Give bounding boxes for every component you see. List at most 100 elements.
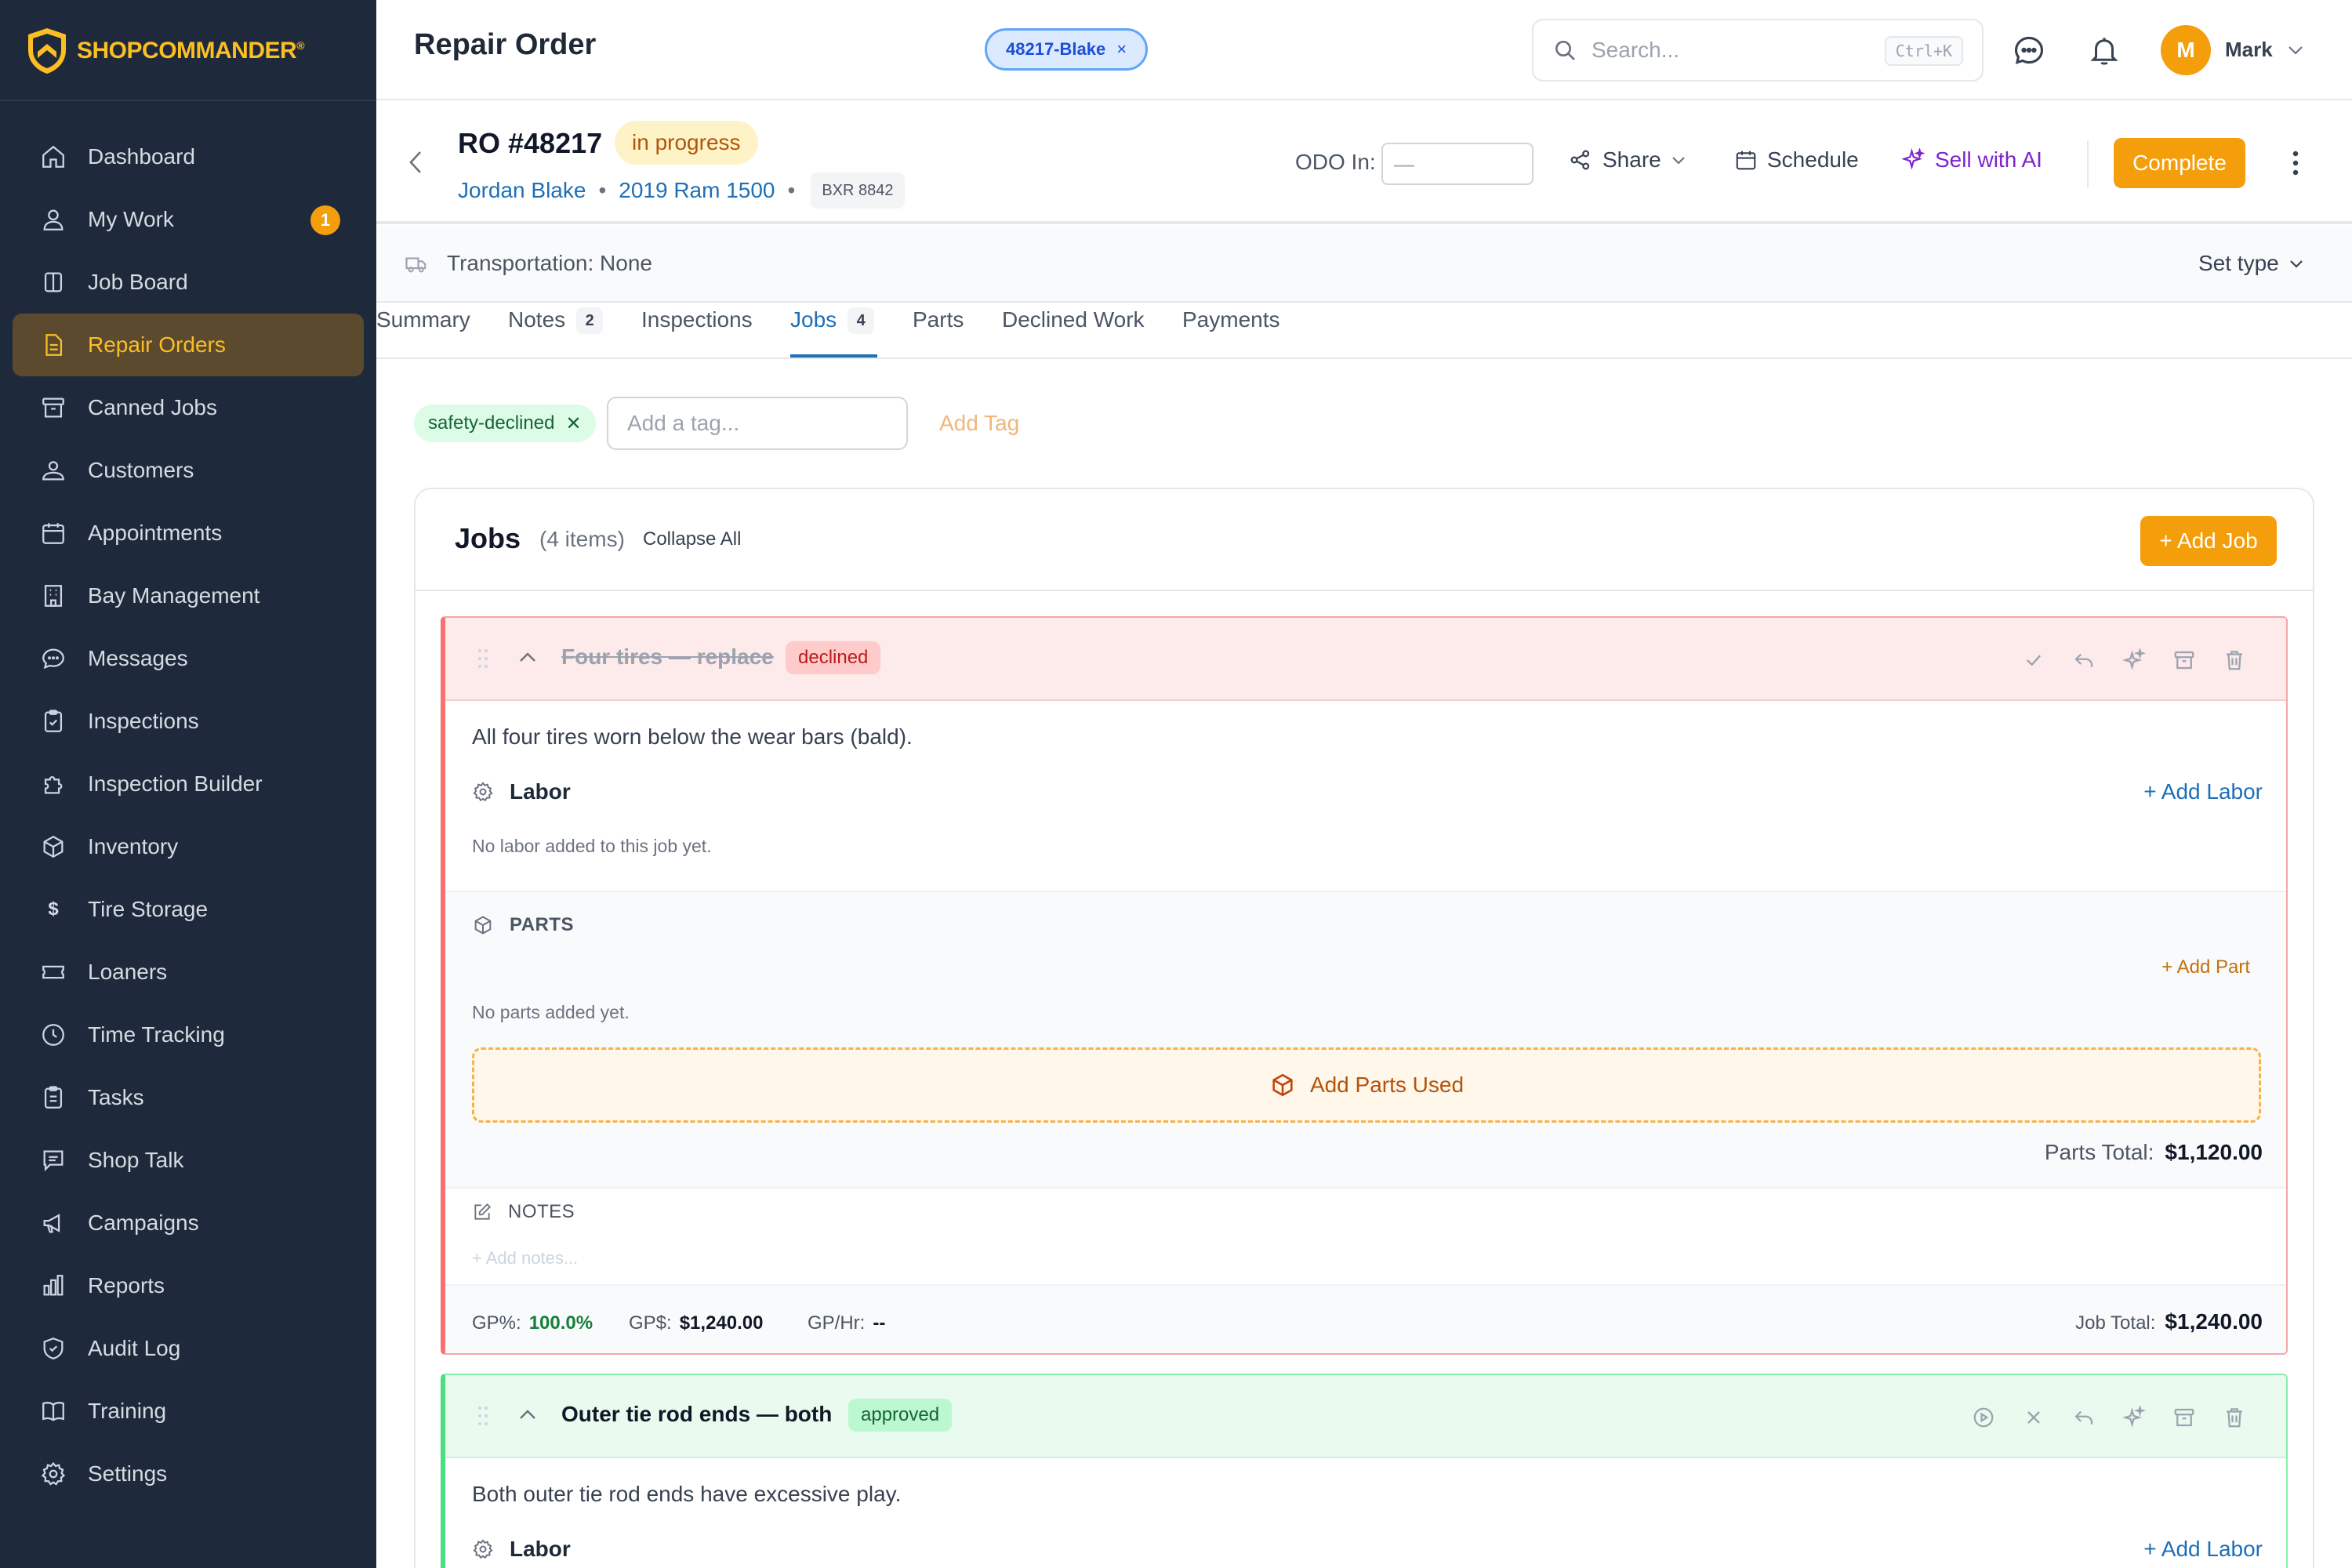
add-tag-button[interactable]: Add Tag [939, 411, 1019, 436]
puzzle-icon [38, 768, 69, 800]
tab-jobs[interactable]: Jobs 4 [790, 307, 878, 358]
sidebar-item-shop-talk[interactable]: Shop Talk [13, 1129, 364, 1192]
add-parts-used-button[interactable]: Add Parts Used [472, 1047, 2261, 1123]
tab-declined-work[interactable]: Declined Work [1002, 307, 1145, 358]
chevron-up-icon[interactable] [517, 649, 538, 665]
trash-icon[interactable] [2220, 1403, 2249, 1432]
sidebar-item-tasks[interactable]: Tasks [13, 1066, 364, 1129]
complete-button[interactable]: Complete [2114, 138, 2245, 188]
undo-icon[interactable] [2070, 1403, 2098, 1432]
sidebar-item-settings[interactable]: Settings [13, 1443, 364, 1505]
parts-total: Parts Total: $1,120.00 [2045, 1140, 2263, 1165]
add-job-button[interactable]: + Add Job [2140, 516, 2277, 566]
chevron-down-icon[interactable] [2286, 42, 2305, 58]
job-card-approved: Outer tie rod ends — both approved Both … [441, 1374, 2288, 1568]
sidebar-item-canned-jobs[interactable]: Canned Jobs [13, 376, 364, 439]
notifications-button[interactable] [2085, 31, 2123, 69]
sidebar-item-dashboard[interactable]: Dashboard [13, 125, 364, 188]
sidebar-item-audit-log[interactable]: Audit Log [13, 1317, 364, 1380]
vehicle-link[interactable]: 2019 Ram 1500 [619, 178, 775, 203]
tab-notes[interactable]: Notes 2 [508, 307, 604, 358]
sidebar-item-messages[interactable]: Messages [13, 627, 364, 690]
add-labor-button[interactable]: + Add Labor [2143, 779, 2263, 804]
archive-icon [38, 392, 69, 423]
trash-icon[interactable] [2220, 646, 2249, 674]
dollar-icon: $ [48, 898, 59, 920]
tag-chip[interactable]: safety-declined ✕ [414, 405, 596, 442]
job-card-declined: Four tires — replace declined All four t… [441, 616, 2288, 1355]
archive-icon[interactable] [2170, 646, 2198, 674]
add-tag-input[interactable]: Add a tag... [607, 397, 908, 450]
tab-payments[interactable]: Payments [1182, 307, 1280, 358]
chevron-up-icon[interactable] [517, 1406, 538, 1422]
sidebar-item-campaigns[interactable]: Campaigns [13, 1192, 364, 1254]
job-total-value: $1,240.00 [2165, 1309, 2263, 1334]
ro-chip-label: 48217-Blake [1006, 39, 1106, 59]
sidebar-item-repair-orders[interactable]: Repair Orders [13, 314, 364, 376]
sidebar-item-label: Dashboard [88, 144, 195, 169]
tab-label: Jobs [790, 307, 837, 332]
archive-icon[interactable] [2170, 1403, 2198, 1432]
user-name[interactable]: Mark [2225, 38, 2273, 62]
sidebar-item-time-tracking[interactable]: Time Tracking [13, 1004, 364, 1066]
add-part-button[interactable]: + Add Part [2161, 956, 2250, 978]
sidebar-item-label: Campaigns [88, 1210, 199, 1235]
sidebar-item-label: Canned Jobs [88, 395, 218, 419]
undo-icon[interactable] [2070, 646, 2098, 674]
gp-per-hour-value: -- [873, 1312, 886, 1334]
sidebar-item-inspections[interactable]: Inspections [13, 690, 364, 753]
share-button[interactable]: Share [1568, 147, 1686, 172]
customer-link[interactable]: Jordan Blake [458, 178, 586, 203]
home-icon [38, 141, 69, 172]
sidebar-item-job-board[interactable]: Job Board [13, 251, 364, 314]
decline-x-icon[interactable] [2020, 1403, 2048, 1432]
odo-input[interactable]: — [1381, 143, 1534, 185]
messages-button[interactable] [2010, 31, 2048, 69]
collapse-all-button[interactable]: Collapse All [643, 528, 741, 550]
tab-parts[interactable]: Parts [913, 307, 964, 358]
job-header[interactable]: Outer tie rod ends — both approved [445, 1375, 2286, 1458]
job-header[interactable]: Four tires — replace declined [445, 618, 2286, 701]
sidebar-item-inspection-builder[interactable]: Inspection Builder [13, 753, 364, 815]
ticket-icon [38, 956, 69, 988]
sidebar-item-bay-management[interactable]: Bay Management [13, 564, 364, 627]
add-notes-input[interactable]: + Add notes... [472, 1248, 578, 1269]
sidebar-item-training[interactable]: Training [13, 1380, 364, 1443]
sidebar-item-reports[interactable]: Reports [13, 1254, 364, 1317]
job-title: Four tires — replace [561, 644, 774, 669]
drag-handle-icon[interactable] [477, 648, 489, 670]
set-type-dropdown[interactable]: Set type [2198, 251, 2304, 276]
open-ro-chip[interactable]: 48217-Blake × [985, 28, 1149, 71]
more-vertical-icon[interactable] [2289, 147, 2302, 179]
play-circle-icon[interactable] [1969, 1403, 1998, 1432]
avatar[interactable]: M [2161, 25, 2211, 75]
license-plate: BXR 8842 [811, 172, 905, 209]
remove-tag-icon[interactable]: ✕ [565, 412, 581, 435]
sparkles-icon[interactable] [2120, 1403, 2148, 1432]
drag-handle-icon[interactable] [477, 1405, 489, 1427]
sidebar-item-customers[interactable]: Customers [13, 439, 364, 502]
box-icon [472, 914, 494, 936]
close-icon[interactable]: × [1116, 39, 1127, 60]
sidebar-item-inventory[interactable]: Inventory [13, 815, 364, 878]
transportation-bar: Transportation: None Set type [376, 226, 2352, 303]
add-labor-button[interactable]: + Add Labor [2143, 1537, 2263, 1562]
schedule-button[interactable]: Schedule [1734, 147, 1859, 172]
tab-label: Summary [376, 307, 470, 332]
sidebar-item-loaners[interactable]: Loaners [13, 941, 364, 1004]
search-input[interactable]: Search... Ctrl+K [1532, 19, 1984, 82]
back-chevron-icon[interactable] [406, 149, 425, 176]
sparkles-icon[interactable] [2120, 646, 2148, 674]
bell-icon [2090, 38, 2118, 65]
sidebar-item-tire-storage[interactable]: $ Tire Storage [13, 878, 364, 941]
sidebar-item-appointments[interactable]: Appointments [13, 502, 364, 564]
sidebar-item-label: Tasks [88, 1085, 144, 1109]
chat-bubble-icon [2014, 36, 2044, 64]
sell-with-ai-button[interactable]: Sell with AI [1902, 147, 2042, 172]
brand-logo[interactable]: SHOPCOMMANDER® [25, 24, 305, 78]
sidebar-item-my-work[interactable]: My Work 1 [13, 188, 364, 251]
tab-summary[interactable]: Summary [376, 307, 470, 358]
approve-check-icon[interactable] [2020, 646, 2048, 674]
tab-inspections[interactable]: Inspections [641, 307, 753, 358]
share-icon [1568, 147, 1593, 172]
